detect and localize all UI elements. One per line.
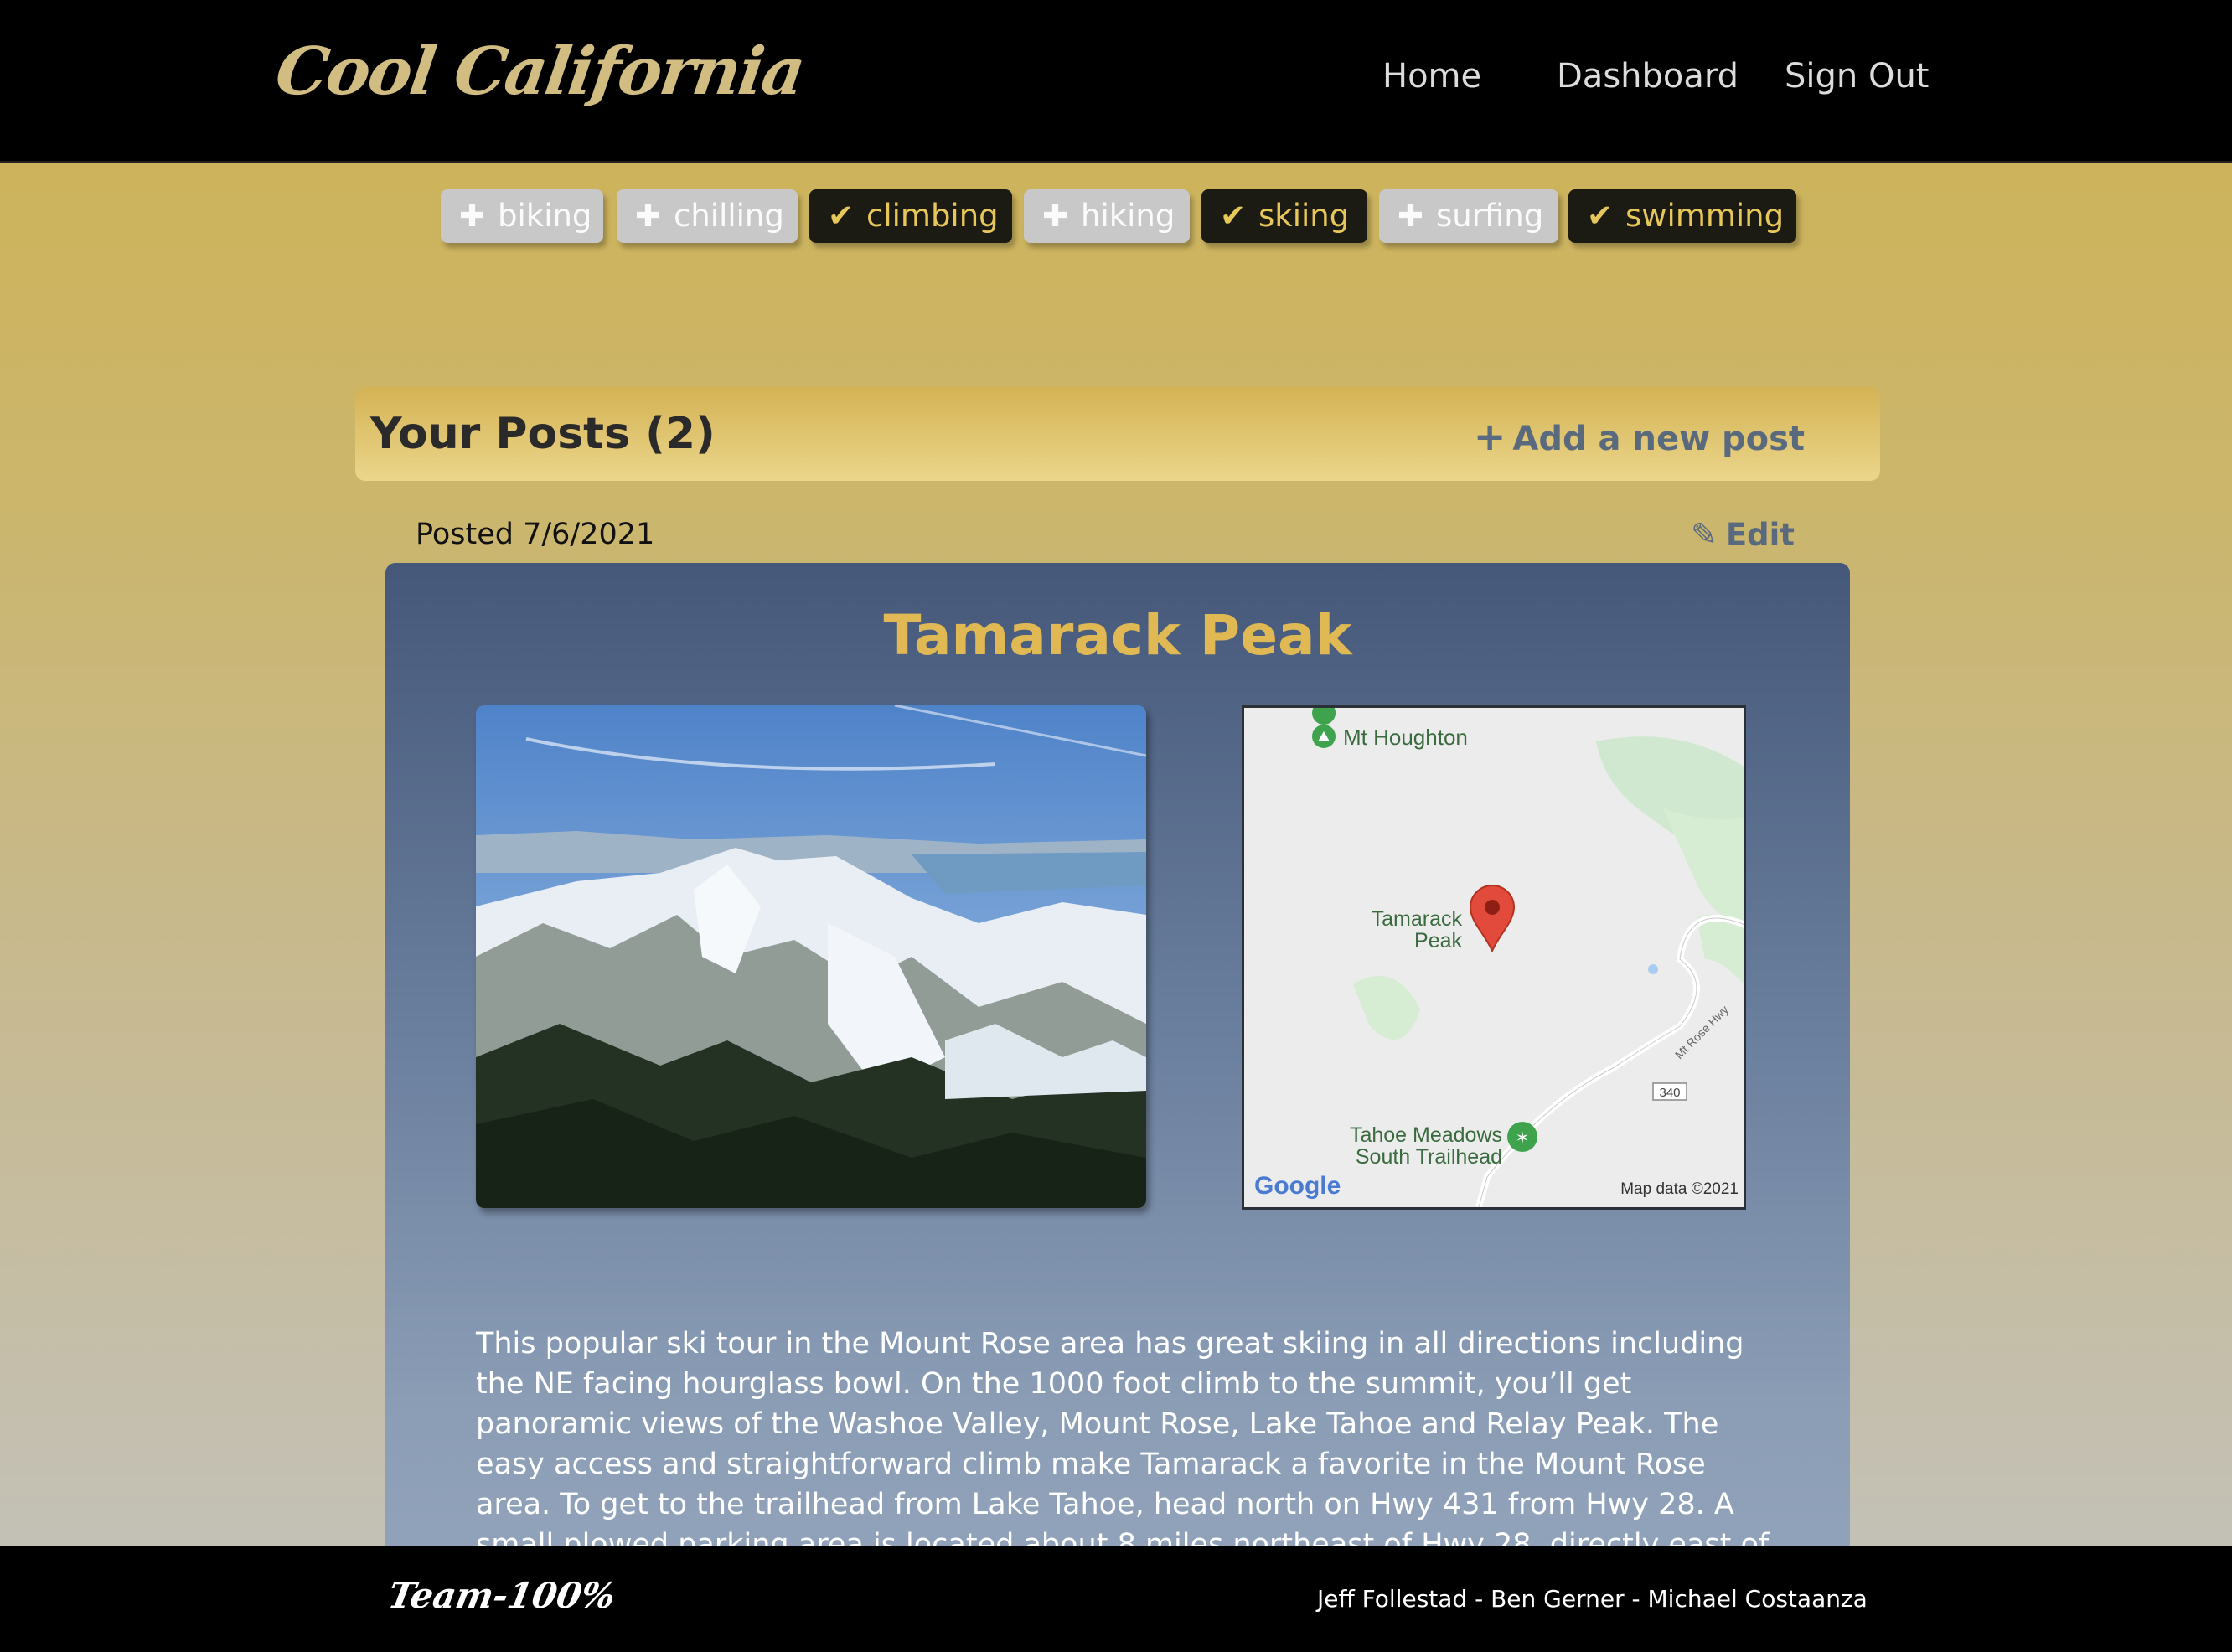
plus-icon: ✚ — [459, 198, 486, 234]
filter-chip-label: climbing — [866, 198, 999, 234]
check-icon: ✔ — [828, 198, 855, 234]
map-label-mt-houghton: Mt Houghton — [1343, 725, 1468, 750]
filter-chip-label: biking — [498, 198, 592, 234]
filter-chip-chilling[interactable]: ✚ chilling — [617, 189, 798, 243]
filter-chip-label: hiking — [1081, 198, 1175, 234]
map-route-shield: 340 — [1659, 1086, 1680, 1100]
filter-chip-hiking[interactable]: ✚ hiking — [1024, 189, 1190, 243]
hiker-icon: ✶ — [1516, 1129, 1530, 1148]
edit-post-button[interactable]: ✎ Edit — [1691, 516, 1795, 553]
edit-label: Edit — [1725, 517, 1795, 553]
plus-icon: ✚ — [1042, 198, 1069, 234]
post-card: Tamarack Peak Mt Houghton Tamarack Peak … — [385, 563, 1850, 1652]
filter-chip-label: skiing — [1258, 198, 1350, 234]
filter-chip-label: swimming — [1625, 198, 1785, 234]
footer-credits: Jeff Follestad - Ben Gerner - Michael Co… — [1317, 1585, 1868, 1613]
filter-chip-skiing[interactable]: ✔ skiing — [1201, 189, 1367, 243]
map-attribution[interactable]: Map data ©2021 — [1620, 1180, 1739, 1198]
post-title: Tamarack Peak — [883, 603, 1352, 668]
filter-chip-label: chilling — [674, 198, 784, 234]
posts-title: Your Posts (2) — [370, 409, 716, 459]
plus-icon: ✚ — [1398, 198, 1424, 234]
map-label-meadows-1: Tahoe Meadows — [1350, 1123, 1502, 1147]
add-new-post-button[interactable]: + Add a new post — [1474, 414, 1805, 459]
posts-header: Your Posts (2) + Add a new post — [355, 387, 1880, 481]
location-map[interactable]: Mt Houghton Tamarack Peak ✶ Tahoe Meadow… — [1242, 705, 1746, 1210]
add-new-post-label: Add a new post — [1512, 420, 1805, 458]
check-icon: ✔ — [1220, 198, 1247, 234]
map-logo: Google — [1254, 1172, 1341, 1200]
filter-chip-swimming[interactable]: ✔ swimming — [1568, 189, 1796, 243]
edit-icon: ✎ — [1691, 516, 1718, 553]
filter-chip-biking[interactable]: ✚ biking — [441, 189, 603, 243]
nav-sign-out-link[interactable]: Sign Out — [1785, 57, 1929, 96]
top-navbar: Cool California Home Dashboard Sign Out — [0, 0, 2232, 163]
plus-icon: + — [1473, 414, 1506, 459]
nav-dashboard-link[interactable]: Dashboard — [1557, 57, 1739, 96]
map-label-tamarack-2: Peak — [1414, 929, 1462, 952]
team-logo: Team-100% — [385, 1575, 619, 1616]
post-photo[interactable] — [476, 705, 1146, 1208]
brand-logo[interactable]: Cool California — [271, 34, 809, 110]
post-date: Posted 7/6/2021 — [416, 518, 655, 551]
nav-home-link[interactable]: Home — [1382, 57, 1481, 96]
activity-filter-bar: ✚ biking ✚ chilling ✔ climbing ✚ hiking ✔ ski… — [0, 189, 2232, 243]
filter-chip-climbing[interactable]: ✔ climbing — [809, 189, 1012, 243]
map-label-meadows-2: South Trailhead — [1356, 1145, 1502, 1169]
filter-chip-label: surfing — [1436, 198, 1544, 234]
filter-chip-surfing[interactable]: ✚ surfing — [1379, 189, 1558, 243]
plus-icon: ✚ — [635, 198, 662, 234]
map-label-tamarack-1: Tamarack — [1372, 907, 1463, 931]
footer: Team-100% Jeff Follestad - Ben Gerner - … — [0, 1546, 2232, 1652]
check-icon: ✔ — [1587, 198, 1614, 234]
